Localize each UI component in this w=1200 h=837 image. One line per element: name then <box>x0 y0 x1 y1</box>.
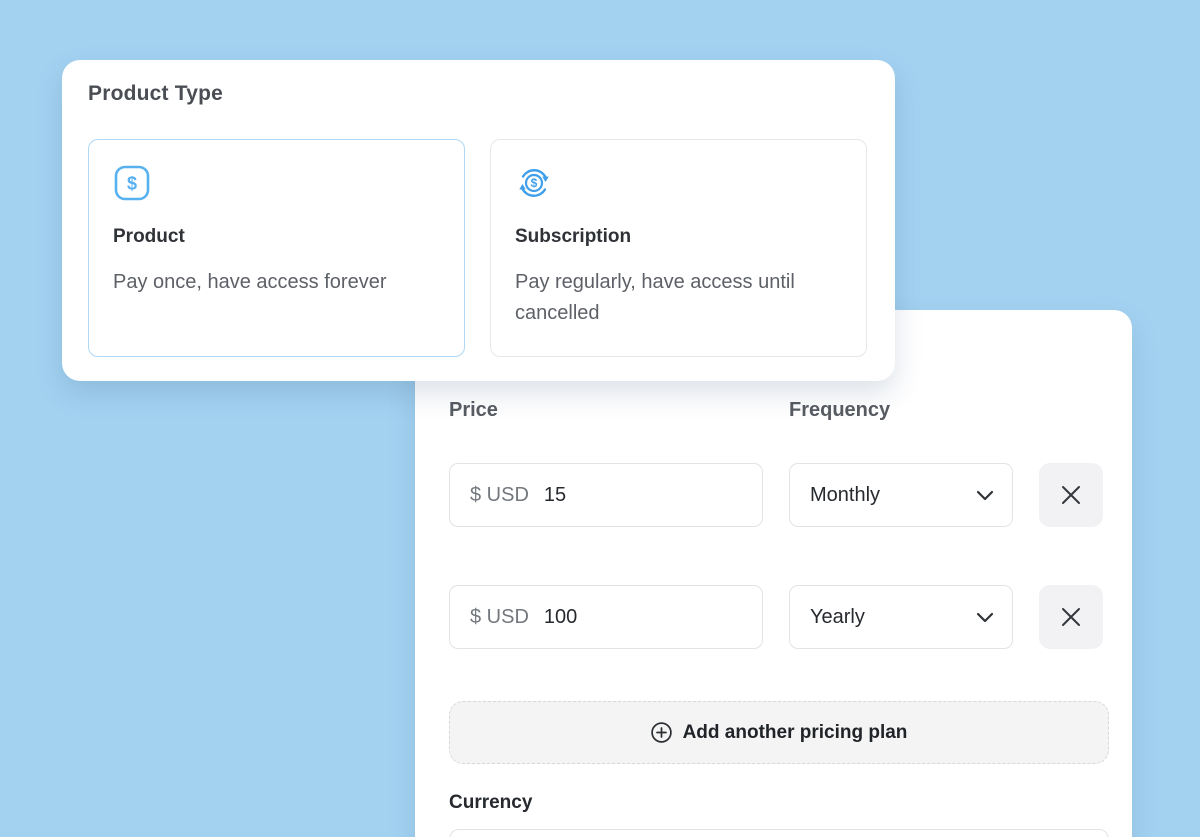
option-subscription-description: Pay regularly, have access until cancell… <box>515 267 842 329</box>
currency-prefix: $ USD <box>470 484 529 507</box>
currency-prefix: $ USD <box>470 606 529 629</box>
dollar-cycle-icon: $ <box>515 164 553 202</box>
option-product-description: Pay once, have access forever <box>113 267 440 298</box>
option-subscription[interactable]: $ Subscription Pay regularly, have acces… <box>490 139 867 357</box>
currency-label: Currency <box>449 792 1132 815</box>
price-input[interactable]: $ USD 15 <box>449 463 763 527</box>
close-icon <box>1060 606 1082 628</box>
close-icon <box>1060 484 1082 506</box>
remove-row-button[interactable] <box>1039 463 1103 527</box>
price-value: 15 <box>544 484 566 507</box>
plus-circle-icon <box>651 722 672 743</box>
add-pricing-plan-button[interactable]: Add another pricing plan <box>449 701 1109 764</box>
price-input[interactable]: $ USD 100 <box>449 585 763 649</box>
pricing-row: $ USD 15 Monthly <box>449 463 1132 527</box>
svg-text:$: $ <box>531 176 538 190</box>
option-product[interactable]: $ Product Pay once, have access forever <box>88 139 465 357</box>
product-type-card: Product Type $ Product Pay once, have ac… <box>62 60 895 381</box>
dollar-square-icon: $ <box>113 164 151 202</box>
price-column-label: Price <box>449 399 763 422</box>
currency-input[interactable] <box>449 829 1109 837</box>
pricing-column-labels: Price Frequency <box>449 399 1132 422</box>
option-product-title: Product <box>113 226 440 248</box>
frequency-selected-value: Monthly <box>810 484 880 507</box>
chevron-down-icon <box>976 490 994 501</box>
pricing-card: Price Frequency $ USD 15 Monthly <box>415 310 1132 837</box>
chevron-down-icon <box>976 612 994 623</box>
remove-row-button[interactable] <box>1039 585 1103 649</box>
product-type-options: $ Product Pay once, have access forever … <box>88 139 869 357</box>
frequency-selected-value: Yearly <box>810 606 865 629</box>
product-type-title: Product Type <box>88 82 869 106</box>
frequency-select[interactable]: Monthly <box>789 463 1013 527</box>
frequency-column-label: Frequency <box>789 399 1013 422</box>
option-subscription-title: Subscription <box>515 226 842 248</box>
price-value: 100 <box>544 606 577 629</box>
pricing-row: $ USD 100 Yearly <box>449 585 1132 649</box>
svg-text:$: $ <box>127 174 137 194</box>
pricing-setup-screen: Product Type $ Product Pay once, have ac… <box>0 0 1200 837</box>
add-pricing-plan-label: Add another pricing plan <box>683 722 908 744</box>
frequency-select[interactable]: Yearly <box>789 585 1013 649</box>
